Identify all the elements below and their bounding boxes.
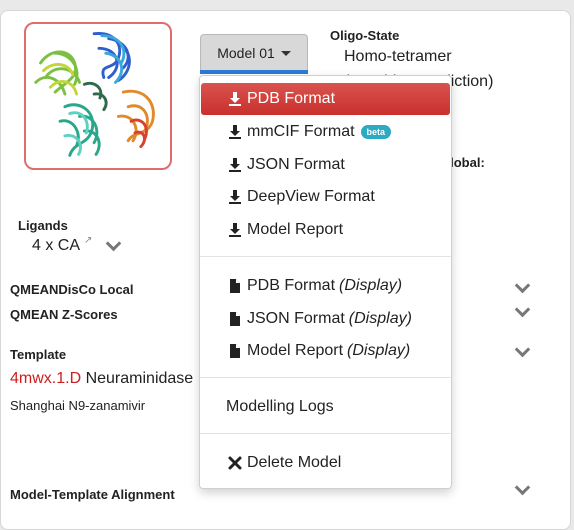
qmean-local-label: QMEANDisCo Local <box>10 282 134 297</box>
file-icon <box>226 310 244 328</box>
menu-item-label: Modelling Logs <box>226 398 334 415</box>
menu-item-label: DeepView Format <box>247 188 375 205</box>
download-icon <box>226 123 244 141</box>
menu-item-display-pdb[interactable]: PDB Format (Display) <box>201 270 450 302</box>
menu-item-label: Model Report <box>247 221 344 238</box>
model-actions-menu: PDB Format mmCIF Format beta JSON Format… <box>199 75 452 489</box>
menu-item-suffix: (Display) <box>339 277 403 294</box>
model-select-focus-bar <box>200 70 308 74</box>
model-select-label: Model 01 <box>217 45 275 61</box>
menu-item-label: JSON Format <box>247 156 345 173</box>
menu-item-label: PDB Format <box>247 90 336 107</box>
template-label: Template <box>10 347 67 362</box>
menu-item-download-pdb[interactable]: PDB Format <box>201 83 450 115</box>
oligo-state-value: Homo-tetramer <box>344 48 452 65</box>
template-identifier: 4mwx.1.D Neuraminidase <box>10 370 193 388</box>
alignment-label: Model-Template Alignment <box>10 487 175 502</box>
menu-item-download-deepview[interactable]: DeepView Format <box>201 181 450 213</box>
download-icon <box>226 90 244 108</box>
template-pdb-link[interactable]: 4mwx.1.D <box>10 370 81 387</box>
menu-divider <box>200 256 451 257</box>
menu-item-label: Delete Model <box>247 454 342 471</box>
download-icon <box>226 221 244 239</box>
download-icon <box>226 156 244 174</box>
menu-item-display-json[interactable]: JSON Format (Display) <box>201 303 450 335</box>
menu-item-label: mmCIF Format <box>247 123 355 140</box>
chevron-down-icon[interactable] <box>106 235 122 251</box>
menu-item-label: JSON Format <box>247 310 345 327</box>
oligo-state-title: Oligo-State <box>330 28 400 43</box>
beta-badge: beta <box>360 125 392 139</box>
menu-item-download-mmcif[interactable]: mmCIF Format beta <box>201 116 450 148</box>
menu-item-download-report[interactable]: Model Report <box>201 214 450 246</box>
menu-item-modelling-logs[interactable]: Modelling Logs <box>201 391 450 423</box>
menu-item-download-json[interactable]: JSON Format <box>201 149 450 181</box>
external-link-icon[interactable]: ↗ <box>84 235 92 246</box>
menu-divider <box>200 377 451 378</box>
menu-item-label: PDB Format <box>247 277 336 294</box>
model-structure-thumbnail[interactable] <box>24 22 172 170</box>
menu-item-label: Model Report <box>247 342 344 359</box>
ligands-value-row[interactable]: 4 x CA ↗ <box>32 235 122 255</box>
file-icon <box>226 277 244 295</box>
file-icon <box>226 342 244 360</box>
model-select-button[interactable]: Model 01 <box>200 34 308 72</box>
template-description: Shanghai N9-zanamivir <box>10 398 146 413</box>
ligands-value[interactable]: 4 x CA <box>32 237 80 255</box>
menu-divider <box>200 433 451 434</box>
times-icon <box>226 454 244 472</box>
protein-structure-image <box>34 32 155 157</box>
menu-item-suffix: (Display) <box>348 310 412 327</box>
ligands-title: Ligands <box>18 218 68 233</box>
menu-item-suffix: (Display) <box>347 342 411 359</box>
qmean-zscores-label: QMEAN Z-Scores <box>10 307 118 322</box>
download-icon <box>226 188 244 206</box>
template-name: Neuraminidase <box>85 370 194 387</box>
menu-item-display-report[interactable]: Model Report (Display) <box>201 335 450 367</box>
caret-down-icon <box>280 50 291 56</box>
menu-item-delete-model[interactable]: Delete Model <box>201 447 450 479</box>
